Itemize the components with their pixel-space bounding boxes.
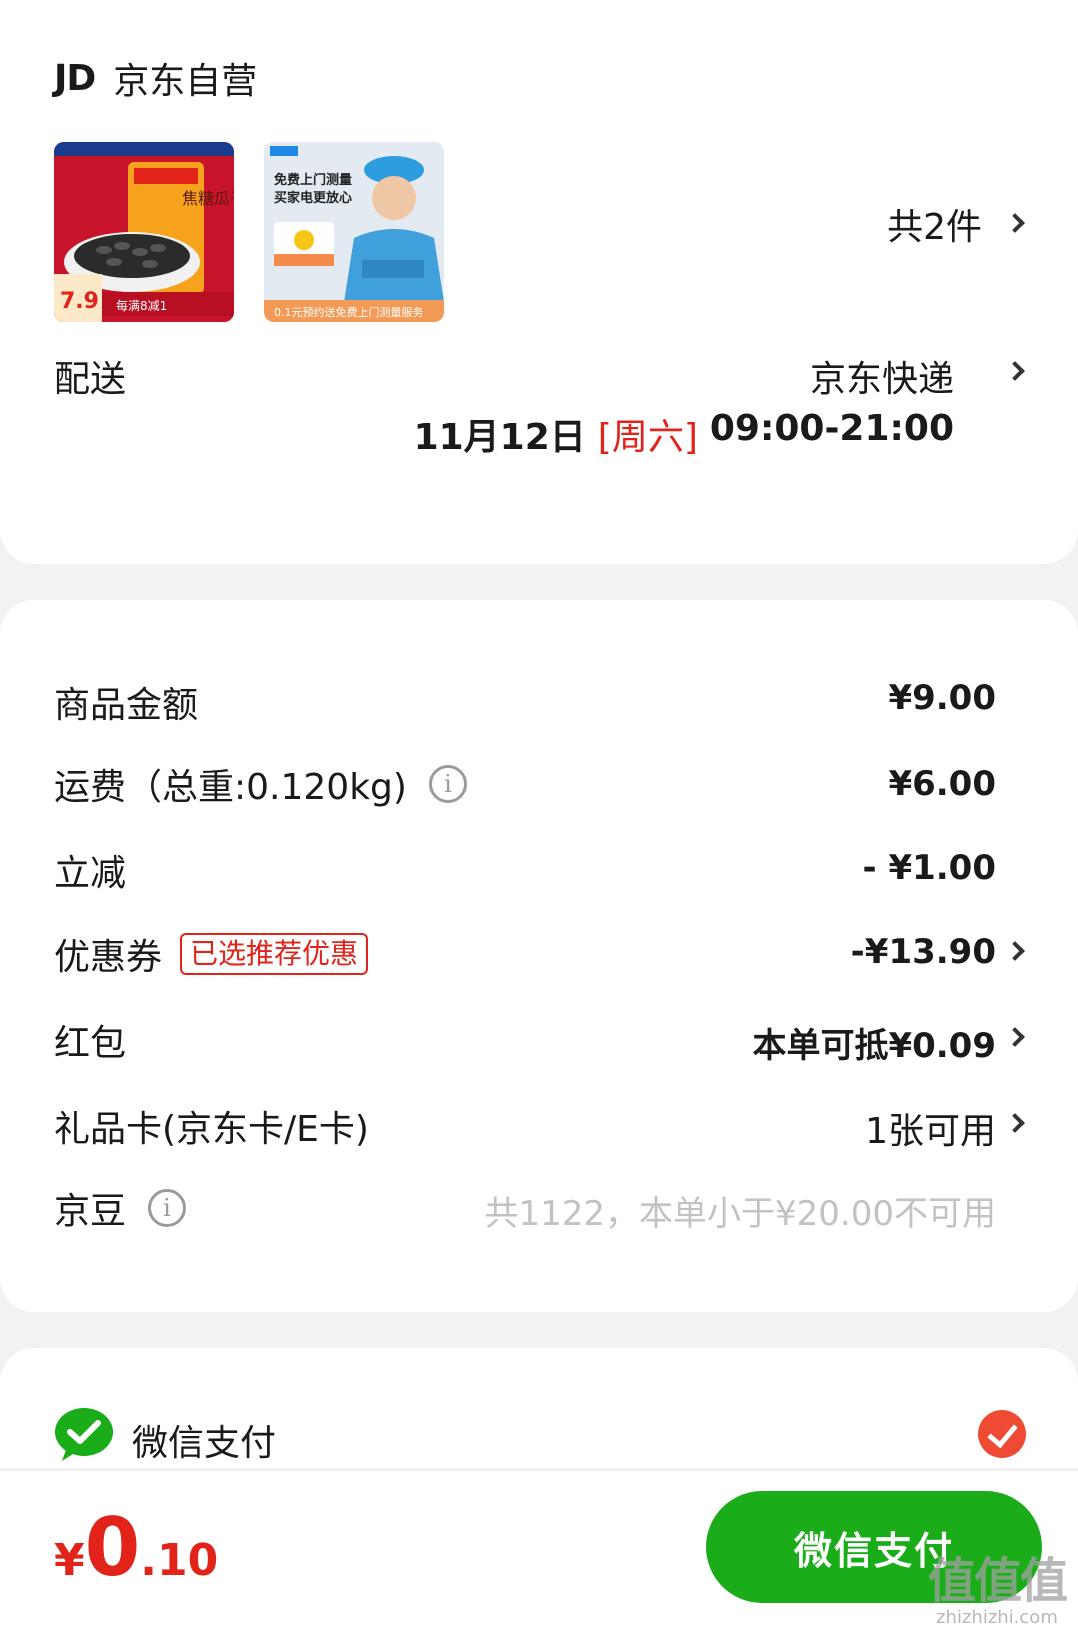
- delivery-date: 11月12日: [413, 417, 586, 458]
- delivery-chevron-right-icon[interactable]: [1005, 361, 1025, 381]
- watermark-text: 值值值: [927, 1553, 1068, 1609]
- total-decimal: .10: [140, 1535, 219, 1586]
- shipping-label: 运费（总重:0.120kg): [54, 767, 407, 808]
- discount-label: 立减: [54, 853, 127, 894]
- delivery-window: 09:00-21:00: [709, 408, 954, 449]
- thumb2-banner: 0.1元预约送免费上门测量服务: [274, 305, 424, 319]
- sunflower-seeds-image: 焦糖瓜子 7.9 每满8减1: [54, 142, 234, 322]
- shop-card: JD 京东自营 焦糖瓜子 7.9 每满8减1 免费上门测量: [0, 0, 1078, 564]
- delivery-time[interactable]: 11月12日 [周六] 09:00-21:00: [414, 408, 954, 460]
- thumb1-price: 7.9: [60, 289, 99, 314]
- red-packet-label: 红包: [54, 1023, 127, 1064]
- delivery-carrier[interactable]: 京东快递: [810, 350, 954, 402]
- wechat-pay-icon: [55, 1408, 113, 1461]
- product-thumbnail-measure-service[interactable]: 免费上门测量 买家电更放心 0.1元预约送免费上门测量服务: [264, 142, 444, 322]
- goods-amount-value: ¥9.00: [888, 678, 996, 718]
- measure-service-image: 免费上门测量 买家电更放心 0.1元预约送免费上门测量服务: [264, 142, 444, 322]
- shipping-row: 运费（总重:0.120kg) i: [54, 758, 467, 810]
- discount-value: - ¥1.00: [862, 848, 997, 888]
- jingdou-value: 共1122，本单小于¥20.00不可用: [484, 1194, 997, 1234]
- total-integer: 0: [84, 1501, 141, 1594]
- red-packet-value[interactable]: 本单可抵¥0.09: [752, 1018, 996, 1067]
- jd-logo: JD: [54, 57, 96, 99]
- order-total: ¥ 0 .10: [54, 1501, 218, 1594]
- delivery-label: 配送: [54, 359, 127, 400]
- shop-header[interactable]: JD 京东自营: [54, 52, 257, 104]
- total-currency: ¥: [54, 1535, 85, 1586]
- jingdou-row: 京豆 i: [54, 1182, 187, 1234]
- red-packet-chevron-right-icon[interactable]: [1005, 1027, 1025, 1047]
- gift-card-value[interactable]: 1张可用: [865, 1102, 996, 1154]
- coupon-value[interactable]: -¥13.90: [851, 932, 996, 972]
- thumb2-headline: 免费上门测量: [274, 172, 352, 188]
- shop-name: 京东自营: [113, 61, 258, 102]
- gift-card-label: 礼品卡(京东卡/E卡): [54, 1109, 369, 1150]
- payment-method-name: 微信支付: [132, 1423, 277, 1464]
- coupon-recommended-tag: 已选推荐优惠: [180, 933, 369, 975]
- shipping-info-icon[interactable]: i: [428, 765, 467, 803]
- thumb1-caption: 焦糖瓜子: [182, 189, 234, 208]
- shipping-value: ¥6.00: [888, 764, 996, 804]
- jingdou-info-icon[interactable]: i: [148, 1189, 187, 1227]
- items-chevron-right-icon[interactable]: [1005, 213, 1025, 233]
- item-count[interactable]: 共2件: [887, 198, 982, 250]
- coupon-label: 优惠券: [54, 937, 163, 978]
- watermark: 值值值 zhizhizhi.com: [927, 1541, 1068, 1628]
- delivery-weekday: [周六]: [597, 417, 698, 458]
- price-card: 商品金额 ¥9.00 运费（总重:0.120kg) i ¥6.00 立减 - ¥…: [0, 600, 1078, 1312]
- coupon-row[interactable]: 优惠券 已选推荐优惠: [54, 928, 369, 980]
- thumb1-promo: 每满8减1: [116, 298, 167, 313]
- gift-card-chevron-right-icon[interactable]: [1005, 1113, 1025, 1133]
- coupon-chevron-right-icon[interactable]: [1005, 941, 1025, 961]
- watermark-url: zhizhizhi.com: [936, 1607, 1058, 1628]
- thumb2-subline: 买家电更放心: [274, 190, 352, 206]
- payment-selected-check-icon[interactable]: [978, 1410, 1026, 1458]
- jingdou-label: 京豆: [54, 1191, 127, 1232]
- product-thumbnail-sunflower-seeds[interactable]: 焦糖瓜子 7.9 每满8减1: [54, 142, 234, 322]
- bottom-checkout-bar: ¥ 0 .10 微信支付 值值值 zhizhizhi.com: [0, 1470, 1078, 1636]
- goods-amount-label: 商品金额: [54, 685, 199, 726]
